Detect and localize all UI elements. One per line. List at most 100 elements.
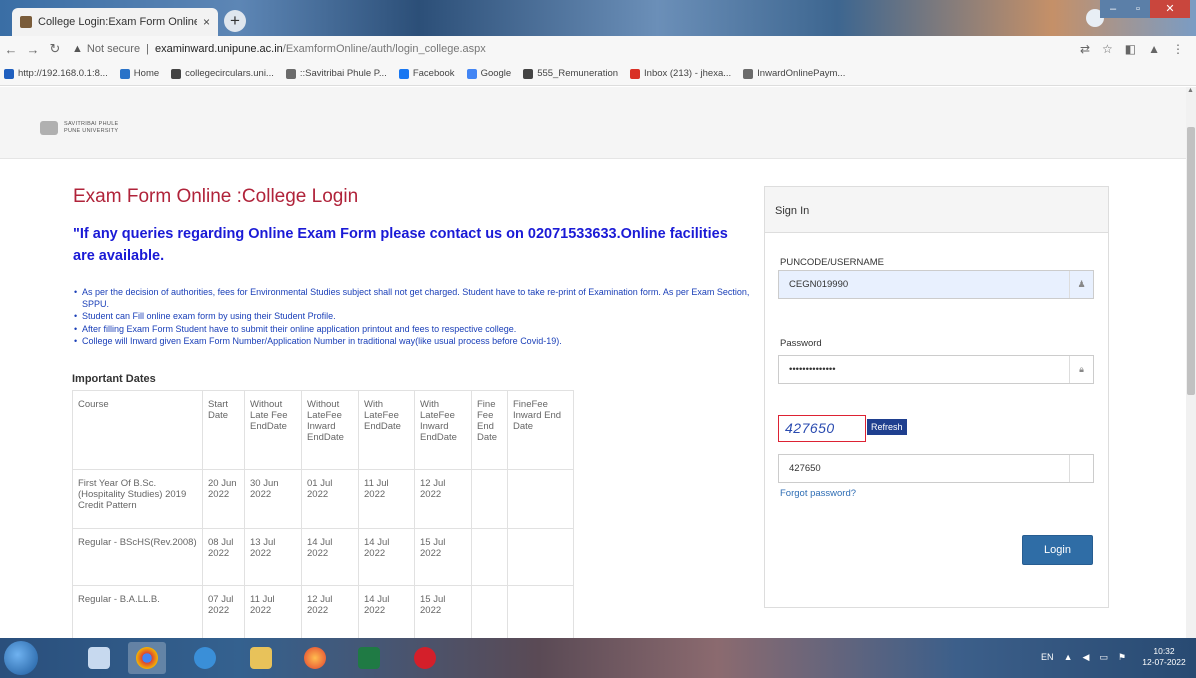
table-cell: 20 Jun 2022 (202, 469, 245, 529)
flag-icon[interactable]: ⚑ (1118, 652, 1126, 663)
table-cell: 08 Jul 2022 (202, 528, 245, 586)
bookmark-label: 555_Remuneration (537, 68, 619, 79)
table-cell (471, 528, 508, 586)
site-favicon-icon (20, 16, 32, 28)
firefox-icon[interactable] (296, 642, 334, 674)
bookmarks-bar: http://192.168.0.1:8... Home collegecircul… (0, 62, 1196, 86)
back-icon[interactable]: ← (0, 42, 22, 57)
password-value: •••••••••••••• (789, 364, 836, 375)
seal-icon (40, 121, 58, 135)
url-path: /ExamformOnline/auth/login_college.aspx (282, 43, 486, 55)
url-host: examinward.unipune.ac.in (154, 43, 283, 55)
opera-icon[interactable] (406, 642, 444, 674)
info-item: After filling Exam Form Student have to … (74, 324, 754, 336)
captcha-input[interactable]: 427650 (778, 454, 1094, 483)
toolbar-actions: ⇄ ☆ ◧ ▲ ⋮ (1080, 42, 1196, 56)
address-bar[interactable]: ▲ Not secure | examinward.unipune.ac.in … (72, 38, 1052, 60)
table-cell: 13 Jul 2022 (244, 528, 302, 586)
reload-icon[interactable]: ↻ (44, 41, 66, 57)
logo-line2: PUNE UNIVERSITY (64, 128, 119, 134)
table-cell: Regular - BScHS(Rev.2008) (72, 528, 203, 586)
username-field[interactable]: CEGN019990 ♟ (778, 270, 1094, 299)
ie-icon[interactable] (186, 642, 224, 674)
column-header: With LateFee EndDate (358, 390, 415, 470)
system-clock[interactable]: 10:32 12-07-2022 (1136, 646, 1192, 668)
warning-icon: ▲ (72, 43, 83, 55)
tab-close-icon[interactable]: × (203, 15, 210, 29)
start-button[interactable] (4, 641, 38, 675)
chrome-icon[interactable] (128, 642, 166, 674)
bookmark-item[interactable]: InwardOnlinePaym... (743, 68, 845, 79)
table-cell: 11 Jul 2022 (358, 469, 415, 529)
windows-taskbar: EN ▲ ◀ ▭ ⚑ 10:32 12-07-2022 (0, 638, 1196, 678)
university-logo: SAVITRIBAI PHULE PUNE UNIVERSITY (40, 121, 119, 135)
table-cell (471, 469, 508, 529)
account-icon[interactable]: ▲ (1148, 42, 1160, 56)
bookmark-item[interactable]: ::Savitribai Phule P... (285, 68, 387, 79)
page-scrollbar[interactable]: ▲ (1186, 87, 1196, 638)
login-button[interactable]: Login (1022, 535, 1093, 565)
bookmark-item[interactable]: http://192.168.0.1:8... (4, 68, 108, 79)
new-tab-button[interactable]: + (224, 10, 246, 32)
bookmark-label: http://192.168.0.1:8... (18, 68, 108, 79)
bookmark-label: InwardOnlinePaym... (757, 68, 846, 79)
captcha-image: 427650 (778, 415, 866, 442)
clock-time: 10:32 (1153, 646, 1175, 656)
browser-toolbar: ← → ↻ ▲ Not secure | examinward.unipune.… (0, 36, 1196, 62)
translate-icon[interactable]: ⇄ (1080, 42, 1090, 56)
important-dates-table: Course Start Date Without Late Fee EndDa… (72, 390, 574, 646)
table-cell: 30 Jun 2022 (244, 469, 302, 529)
folder-icon[interactable] (242, 642, 280, 674)
table-cell (471, 585, 508, 646)
table-row: Regular - B.A.LL.B. 07 Jul 2022 11 Jul 2… (72, 585, 574, 646)
bookmark-item[interactable]: Home (119, 68, 159, 79)
column-header: Fine Fee End Date (471, 390, 508, 470)
password-label: Password (780, 338, 822, 349)
table-cell: 15 Jul 2022 (414, 585, 472, 646)
network-icon[interactable]: ▭ (1099, 652, 1108, 663)
bookmark-item[interactable]: Google (466, 68, 512, 79)
table-cell: 07 Jul 2022 (202, 585, 245, 646)
close-window-button[interactable]: ✕ (1150, 0, 1190, 18)
bookmark-icon (285, 68, 296, 79)
table-cell: 15 Jul 2022 (414, 528, 472, 586)
refresh-captcha-button[interactable]: Refresh (867, 419, 907, 435)
browser-tab[interactable]: College Login:Exam Form Online × (12, 8, 218, 36)
language-indicator[interactable]: EN (1041, 652, 1054, 663)
signin-panel: Sign In PUNCODE/USERNAME CEGN019990 ♟ Pa… (764, 186, 1109, 608)
sidepanel-icon[interactable]: ◧ (1125, 42, 1136, 56)
excel-icon[interactable] (350, 642, 388, 674)
table-cell: 14 Jul 2022 (301, 528, 359, 586)
tray-arrow-icon[interactable]: ▲ (1064, 652, 1073, 663)
table-row: Regular - BScHS(Rev.2008) 08 Jul 2022 13… (72, 528, 574, 586)
bookmark-icon (398, 68, 409, 79)
table-row: First Year Of B.Sc. (Hospitality Studies… (72, 469, 574, 529)
forward-icon[interactable]: → (22, 42, 44, 57)
scroll-thumb[interactable] (1187, 127, 1195, 395)
scroll-up-icon[interactable]: ▲ (1187, 87, 1194, 94)
column-header: Without LateFee Inward EndDate (301, 390, 359, 470)
bookmark-icon (171, 68, 182, 79)
column-header: Course (72, 390, 203, 470)
menu-icon[interactable]: ⋮ (1172, 42, 1184, 56)
bookmark-item[interactable]: 555_Remuneration (523, 68, 618, 79)
column-header: With LateFee Inward EndDate (414, 390, 472, 470)
explorer-icon[interactable] (80, 642, 118, 674)
forgot-password-link[interactable]: Forgot password? (780, 488, 856, 499)
bookmark-label: Google (480, 68, 512, 79)
info-item: As per the decision of authorities, fees… (74, 287, 754, 310)
maximize-button[interactable]: ▫ (1126, 0, 1150, 18)
table-cell (507, 528, 574, 586)
minimize-button[interactable]: – (1100, 0, 1126, 18)
column-header: Start Date (202, 390, 245, 470)
bookmark-star-icon[interactable]: ☆ (1102, 42, 1113, 56)
info-item: College will Inward given Exam Form Numb… (74, 336, 754, 348)
table-cell (507, 469, 574, 529)
info-item: Student can Fill online exam form by usi… (74, 311, 754, 323)
bookmark-item[interactable]: Inbox (213) - jhexa... (630, 68, 731, 79)
bookmark-item[interactable]: Facebook (398, 68, 455, 79)
column-header: FineFee Inward End Date (507, 390, 574, 470)
password-field[interactable]: •••••••••••••• 🔒︎ (778, 355, 1094, 384)
speaker-icon[interactable]: ◀ (1082, 652, 1089, 663)
bookmark-item[interactable]: collegecirculars.uni... (171, 68, 274, 79)
